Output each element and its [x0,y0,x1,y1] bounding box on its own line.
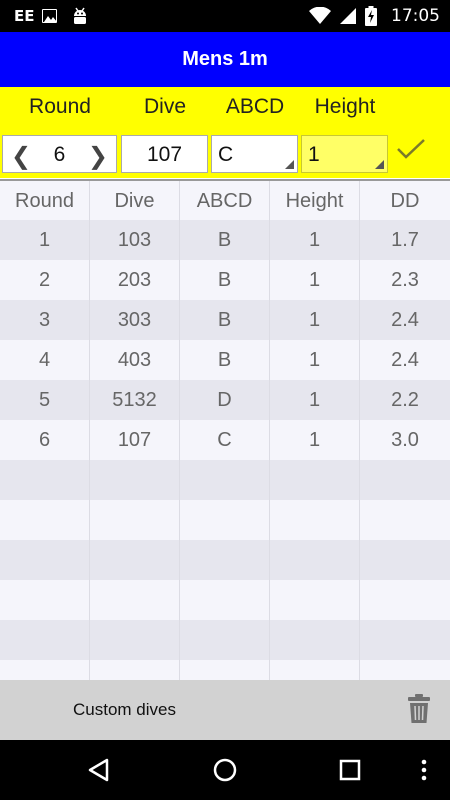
cell-dive: 107 [90,420,180,460]
table-row[interactable]: 5 5132 D 1 2.2 [0,380,450,420]
cell-round: 4 [0,340,90,380]
cell-dd: 1.7 [391,228,419,251]
cell-abcd: B [180,220,270,260]
cell-dive: 5132 [90,380,180,420]
height-value: 1 [308,143,320,166]
empty-table-row [0,580,450,620]
cell-round: 1 [0,220,90,260]
cell-dive: 303 [90,300,180,340]
checkmark-icon[interactable] [395,132,427,164]
bottom-bar: Custom dives [0,680,450,740]
round-stepper[interactable]: ❮ 6 ❯ [2,135,117,173]
cell-height: 1 [270,260,360,300]
table-row[interactable]: 4 403 B 1 2.4 [0,340,450,380]
cell-round: 2 [0,260,90,300]
round-header: Round [29,95,91,118]
dives-table: Round Dive ABCD Height DD 1 103 B 1 1.7 … [0,179,450,680]
dive-input[interactable]: 107 [121,135,208,173]
empty-table-row [0,460,450,500]
dropdown-corner-icon [375,160,384,169]
recents-icon[interactable] [335,755,365,785]
cell-round: 5 [0,380,90,420]
back-icon[interactable] [85,755,115,785]
table-row[interactable]: 1 103 B 1 1.7 [0,220,450,260]
cell-abcd: D [180,380,270,420]
status-icons: 17:05 [309,6,440,26]
table-row[interactable]: 3 303 B 1 2.4 [0,300,450,340]
abcd-value: C [218,143,234,166]
carrier-label: EE [14,7,35,25]
chevron-right-icon[interactable]: ❯ [88,142,108,170]
cell-height: 1 [270,220,360,260]
cell-abcd: B [180,300,270,340]
table-header-row: Round Dive ABCD Height DD [0,181,450,221]
cell-dd: 2.4 [391,308,419,331]
cell-dd: 2.4 [391,348,419,371]
cell-dd: 2.3 [391,268,419,291]
table-row[interactable]: 6 107 C 1 3.0 [0,420,450,460]
dive-header: Dive [143,95,186,118]
cell-abcd: C [180,420,270,460]
height-header: Height [314,95,376,118]
cell-height: 1 [270,340,360,380]
empty-table-row [0,620,450,660]
column-header-abcd: ABCD [180,181,270,221]
status-bar: EE 17:05 [0,0,450,32]
signal-icon [340,8,356,24]
image-icon [42,9,57,23]
cell-round: 3 [0,300,90,340]
column-header-round: Round [0,181,90,221]
battery-charging-icon [365,6,377,26]
page-title: Mens 1m [182,48,268,70]
empty-table-row [0,660,450,680]
title-bar: Mens 1m [0,32,450,87]
cell-dd: 3.0 [391,428,419,451]
cell-dive: 403 [90,340,180,380]
cell-abcd: B [180,260,270,300]
column-header-height: Height [270,181,360,221]
cell-height: 1 [270,300,360,340]
more-options-icon[interactable] [412,755,436,785]
cell-round: 6 [0,420,90,460]
trash-icon[interactable] [406,694,432,724]
cell-dive: 203 [90,260,180,300]
cell-dd: 2.2 [391,388,419,411]
android-icon [70,6,90,31]
empty-table-row [0,500,450,540]
table-row[interactable]: 2 203 B 1 2.3 [0,260,450,300]
navigation-bar [0,740,450,800]
abcd-select[interactable]: C [211,135,298,173]
cell-abcd: B [180,340,270,380]
dropdown-corner-icon [285,160,294,169]
height-select[interactable]: 1 [301,135,388,173]
cell-dive: 103 [90,220,180,260]
cell-height: 1 [270,380,360,420]
home-icon[interactable] [210,755,240,785]
abcd-header: ABCD [225,95,285,118]
column-header-dd: DD [390,189,420,212]
clock: 17:05 [391,6,440,26]
cell-height: 1 [270,420,360,460]
column-header-dive: Dive [90,181,180,221]
empty-table-row [0,540,450,580]
wifi-icon [309,7,331,24]
custom-dives-button[interactable]: Custom dives [73,700,176,720]
